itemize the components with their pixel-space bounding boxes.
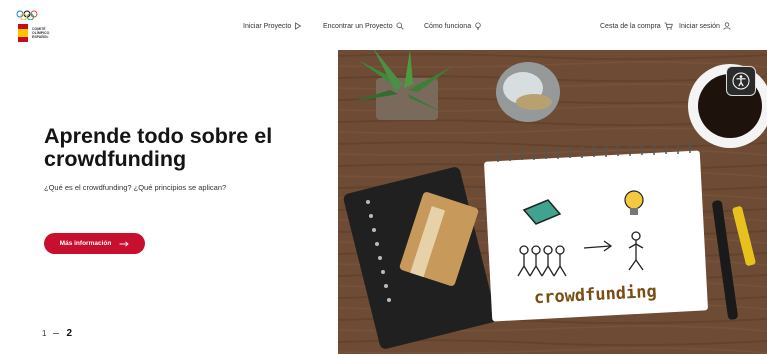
- cart-label: Cesta de la compra: [600, 22, 661, 30]
- spain-flag-icon: [18, 24, 28, 42]
- accessibility-icon: [732, 72, 750, 90]
- olympic-rings-icon: [16, 10, 38, 20]
- more-info-label: Más información: [59, 240, 112, 247]
- pager-slide-current[interactable]: 2: [66, 328, 72, 339]
- coin-jar-image: [496, 62, 560, 122]
- arrow-right-icon: [119, 240, 130, 247]
- play-outline-icon: [295, 22, 302, 30]
- login-label: Iniciar sesión: [679, 22, 720, 30]
- cart-link[interactable]: Cesta de la compra: [600, 22, 673, 30]
- nav-find-project-label: Encontrar un Proyecto: [323, 22, 393, 30]
- white-sketchbook-image: crowdfunding: [484, 141, 708, 322]
- site-header: COMITÉ OLÍMPICO ESPAÑOL Iniciar Proyecto…: [0, 0, 767, 50]
- accessibility-button[interactable]: [726, 66, 756, 96]
- pager-divider: [53, 333, 60, 334]
- lightbulb-icon: [475, 22, 481, 30]
- nav-how-it-works[interactable]: Cómo funciona: [424, 22, 482, 30]
- nav-start-project-label: Iniciar Proyecto: [243, 22, 292, 30]
- login-link[interactable]: Iniciar sesión: [679, 22, 731, 30]
- more-info-button[interactable]: Más información: [44, 233, 145, 254]
- nav-start-project[interactable]: Iniciar Proyecto: [243, 22, 302, 30]
- hero-subtitle: ¿Qué es el crowdfunding? ¿Qué principios…: [44, 183, 227, 192]
- user-icon: [723, 22, 731, 30]
- hero-image: crowdfunding: [338, 50, 767, 354]
- pager-slide-1[interactable]: 1: [42, 329, 46, 338]
- search-icon: [396, 22, 404, 30]
- nav-find-project[interactable]: Encontrar un Proyecto: [323, 22, 404, 30]
- olympic-committee-logo[interactable]: COMITÉ OLÍMPICO ESPAÑOL: [14, 10, 54, 46]
- cart-icon: [664, 22, 673, 30]
- crowdfunding-desk-illustration: crowdfunding: [338, 50, 767, 354]
- hero-title: Aprende todo sobre el crowdfunding: [44, 124, 273, 171]
- slide-pager: 1 2: [42, 328, 72, 339]
- nav-how-it-works-label: Cómo funciona: [424, 22, 472, 30]
- logo-text: COMITÉ OLÍMPICO ESPAÑOL: [32, 27, 50, 39]
